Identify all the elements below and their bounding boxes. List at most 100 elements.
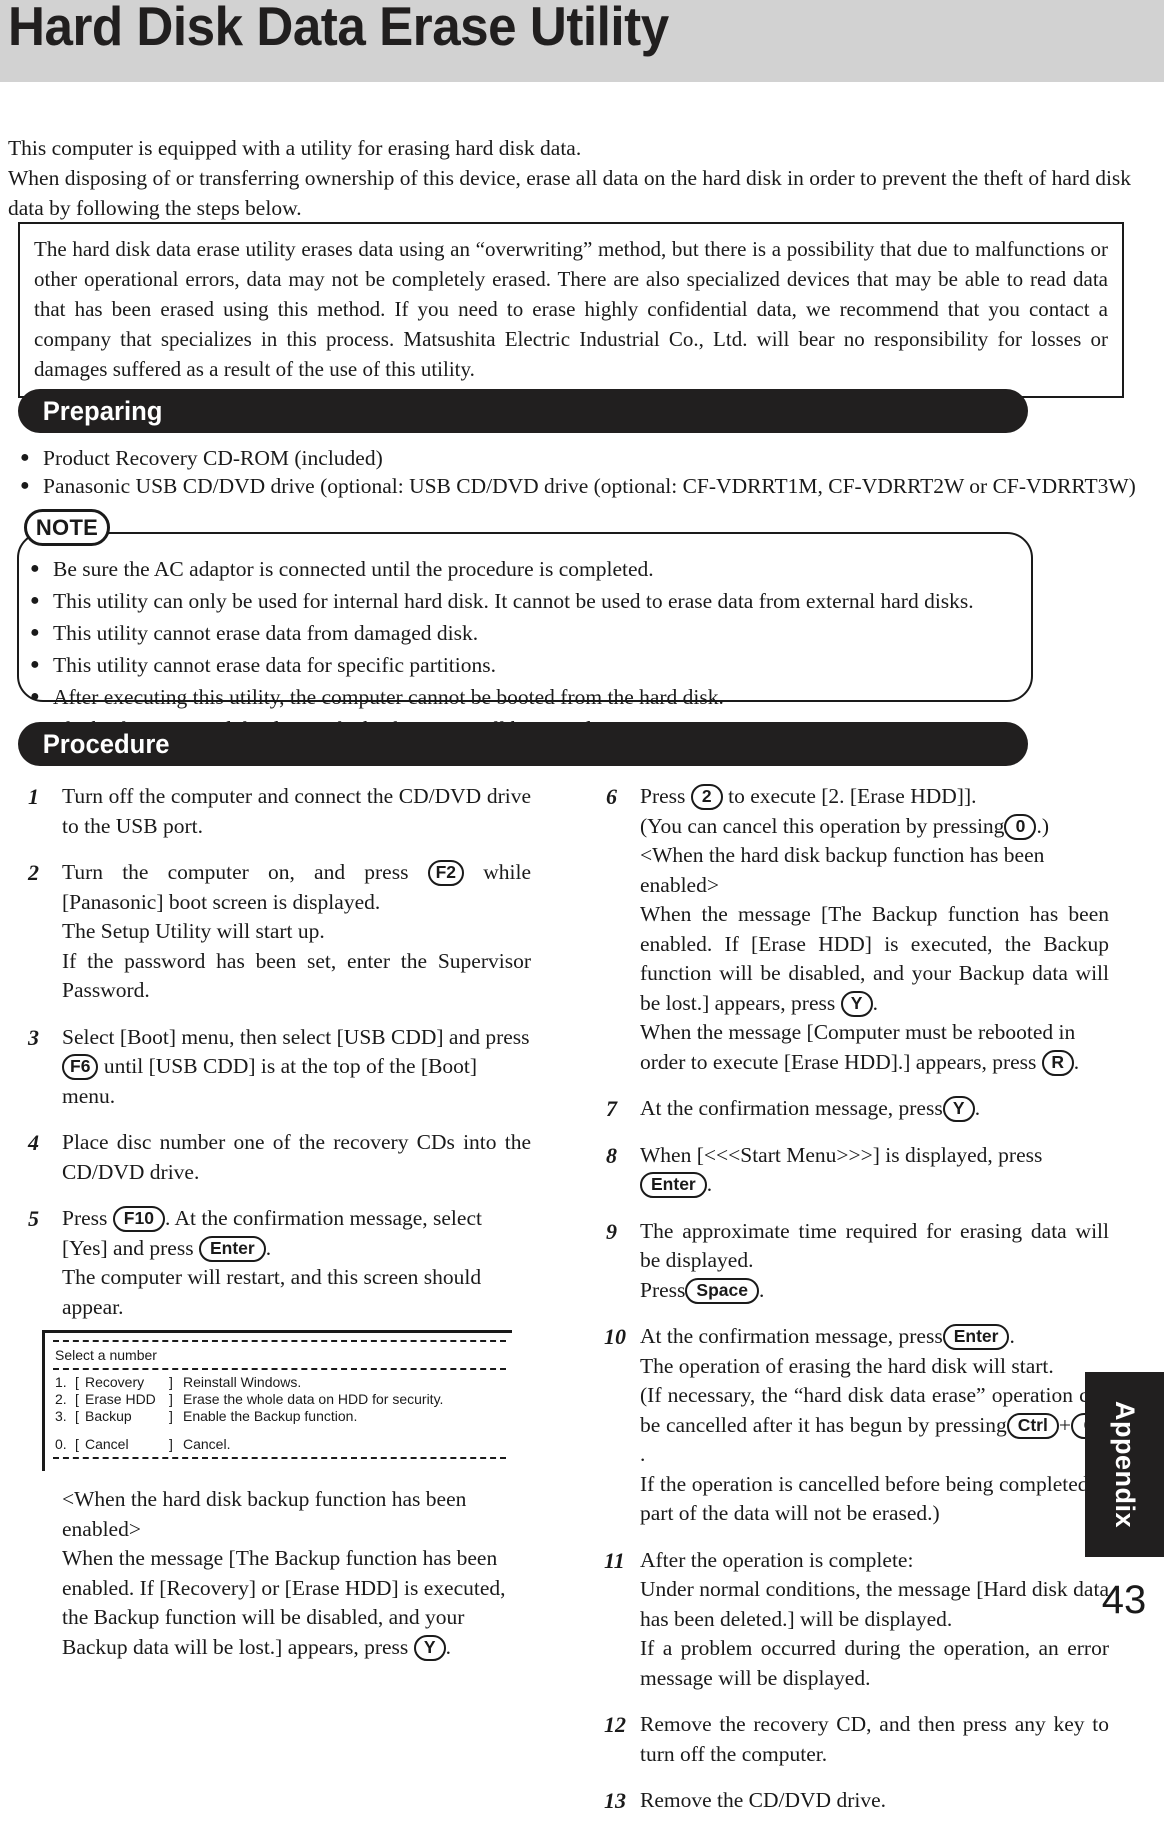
step-text: (If necessary, the “hard disk data erase… (640, 1381, 1109, 1470)
boot-menu-item[interactable]: 1. [ Recovery ] Reinstall Windows. (55, 1374, 508, 1391)
key-y[interactable]: Y (413, 1634, 446, 1661)
procedure-heading: Procedure (42, 728, 170, 759)
boot-menu-item[interactable]: 3. [ Backup ] Enable the Backup function… (55, 1408, 508, 1425)
bracket-left: [ (75, 1374, 79, 1390)
step-text-part: At the confirmation message, press (640, 1324, 943, 1348)
caution-box: The hard disk data erase utility erases … (18, 222, 1124, 398)
menu-index: 1. (55, 1374, 67, 1390)
step-text: Select [Boot] menu, then select [USB CDD… (62, 1023, 531, 1112)
step-text-part: Turn the computer on, and press (62, 860, 409, 884)
step-body: At the confirmation message, press Enter.… (640, 1322, 1109, 1529)
procedure-step-1: 1 Turn off the computer and connect the … (26, 782, 531, 841)
key-f2[interactable]: F2 (427, 860, 465, 886)
key-space[interactable]: Space (685, 1277, 759, 1304)
step-text: The operation of erasing the hard disk w… (640, 1353, 1054, 1378)
key-enter[interactable]: Enter (198, 1235, 266, 1262)
step-text-part: . (1073, 1049, 1080, 1074)
preparing-item-1-label: Product Recovery CD-ROM (included) (43, 446, 383, 470)
menu-index: 2. (55, 1391, 67, 1407)
bracket-right: ] (169, 1374, 173, 1390)
menu-description: Reinstall Windows. (183, 1374, 302, 1390)
step-text-part: When [<<<Start Menu>>>] is displayed, pr… (640, 1142, 1043, 1167)
document-page: Hard Disk Data Erase Utility This comput… (0, 0, 1164, 1813)
appendix-side-tab: Appendix (1085, 1372, 1164, 1557)
procedure-section-banner: Procedure (18, 722, 1028, 766)
note-item-label: This utility cannot erase data for speci… (53, 653, 496, 677)
step-number: 3 (28, 1024, 39, 1050)
procedure-step-7: 7 At the confirmation message, press Y. (604, 1094, 1109, 1124)
page-number: 43 (1101, 1578, 1147, 1622)
key-y[interactable]: Y (840, 990, 873, 1017)
note-item-list: Be sure the AC adaptor is connected unti… (30, 555, 1010, 747)
key-enter[interactable]: Enter (640, 1172, 707, 1198)
bullet-icon (30, 555, 44, 583)
step-number: 13 (604, 1788, 626, 1813)
divider (53, 1368, 506, 1370)
procedure-right-column: 6 Press 2 to execute [2. [Erase HDD]]. (… (604, 782, 1109, 1833)
step-text: At the confirmation message, press Y. (640, 1094, 1109, 1124)
key-0[interactable]: 0 (1004, 813, 1037, 840)
step-body: Remove the recovery CD, and then press a… (640, 1710, 1109, 1769)
step-text: The Setup Utility will start up. (62, 919, 325, 943)
boot-menu-item[interactable]: 2. [ Erase HDD ] Erase the whole data on… (55, 1391, 508, 1408)
key-f10[interactable]: F10 (112, 1206, 165, 1232)
bracket-right: ] (169, 1436, 173, 1452)
step-text-part: At the confirmation message, press (640, 1096, 943, 1120)
procedure-step-4: 4 Place disc number one of the recovery … (26, 1128, 531, 1187)
step-text: When the message [The Backup function ha… (640, 900, 1109, 1018)
bullet-icon (20, 472, 34, 500)
step-text-part: . (706, 1172, 713, 1196)
key-f6[interactable]: F6 (62, 1054, 99, 1080)
preparing-heading: Preparing (42, 395, 163, 426)
step-text: At the confirmation message, press Enter. (640, 1322, 1109, 1352)
preparing-section-banner: Preparing (18, 389, 1028, 433)
step-number: 6 (606, 784, 617, 809)
step-body: Press F10. At the confirmation message, … (42, 1204, 531, 1662)
step-body: After the operation is complete: Under n… (640, 1546, 1109, 1694)
step-body: Place disc number one of the recovery CD… (62, 1128, 531, 1187)
note-item-label: After executing this utility, the comput… (53, 685, 724, 709)
boot-screen-menu: 1. [ Recovery ] Reinstall Windows. 2. [ … (53, 1374, 508, 1453)
step-text: Remove the recovery CD, and then press a… (640, 1712, 1109, 1766)
preparing-item-2-label: Panasonic USB CD/DVD drive (optional: US… (43, 474, 1136, 498)
key-2[interactable]: 2 (690, 784, 723, 810)
step-number: 11 (604, 1547, 625, 1573)
step-text-part: Press (62, 1206, 108, 1230)
procedure-step-2: 2 Turn the computer on, and press F2 whi… (26, 858, 531, 1006)
procedure-step-10: 10 At the confirmation message, press Ent… (604, 1322, 1109, 1529)
menu-name: Backup (85, 1408, 132, 1424)
menu-index: 0. (55, 1436, 67, 1452)
procedure-step-5: 5 Press F10. At the confirmation message… (26, 1204, 531, 1662)
menu-description: Enable the Backup function. (183, 1408, 358, 1424)
procedure-step-3: 3 Select [Boot] menu, then select [USB C… (26, 1023, 531, 1112)
procedure-step-12: 12 Remove the recovery CD, and then pres… (604, 1710, 1109, 1769)
procedure-step-8: 8 When [<<<Start Menu>>>] is displayed, … (604, 1141, 1109, 1200)
step-text: The approximate time required for erasin… (640, 1218, 1109, 1273)
step-body: The approximate time required for erasin… (640, 1217, 1109, 1306)
key-r[interactable]: R (1041, 1049, 1074, 1076)
step-text-part: .) (1036, 813, 1049, 838)
key-y[interactable]: Y (942, 1096, 975, 1122)
note-item-label: Be sure the AC adaptor is connected unti… (53, 557, 654, 581)
menu-index: 3. (55, 1408, 67, 1424)
key-ctrl[interactable]: Ctrl (1006, 1412, 1059, 1439)
step-text: If the operation is cancelled before bei… (640, 1471, 1109, 1526)
procedure-step-11: 11 After the operation is complete: Unde… (604, 1546, 1109, 1694)
step-text: Remove the CD/DVD drive. (640, 1788, 887, 1812)
divider (53, 1457, 506, 1459)
step-text-part: . (1009, 1324, 1015, 1348)
intro-paragraph: This computer is equipped with a utility… (8, 133, 1148, 223)
procedure-step-9: 9 The approximate time required for eras… (604, 1217, 1109, 1306)
caution-text: The hard disk data erase utility erases … (34, 237, 1108, 381)
procedure-step-6: 6 Press 2 to execute [2. [Erase HDD]]. (… (604, 782, 1109, 1077)
menu-name: Cancel (85, 1436, 129, 1452)
step-text: If a problem occurred during the operati… (640, 1636, 1109, 1690)
key-enter[interactable]: Enter (942, 1324, 1010, 1350)
step-body: When [<<<Start Menu>>>] is displayed, pr… (640, 1141, 1109, 1200)
boot-menu-item-cancel[interactable]: 0. [ Cancel ] Cancel. (55, 1436, 508, 1453)
step-text-part: . (640, 1442, 646, 1466)
step-text-part: . (872, 990, 878, 1015)
preparing-item-2: Panasonic USB CD/DVD drive (optional: US… (20, 472, 1160, 500)
bracket-left: [ (75, 1408, 79, 1424)
